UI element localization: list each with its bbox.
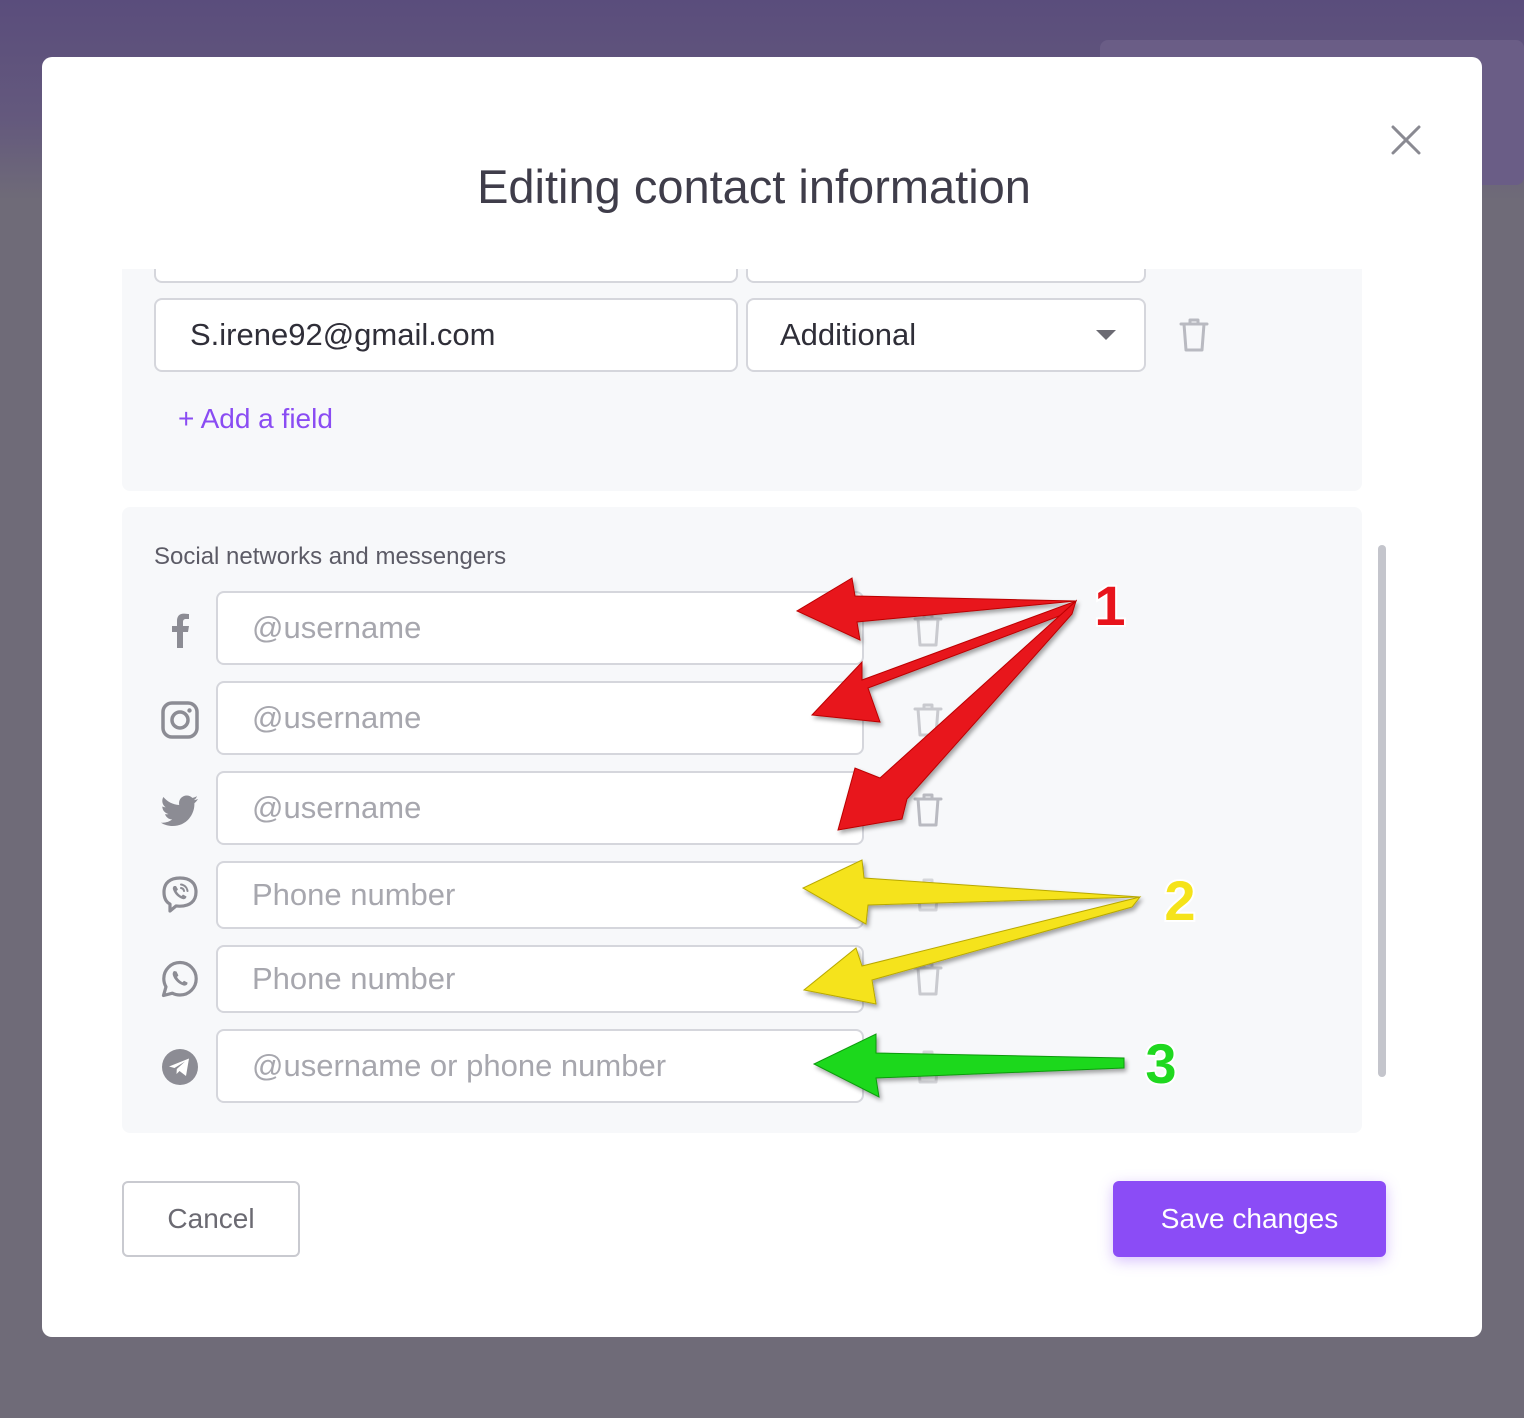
delete-twitter-button[interactable] (908, 790, 948, 830)
trash-icon (913, 793, 943, 827)
cancel-button[interactable]: Cancel (122, 1181, 300, 1257)
instagram-icon (160, 700, 200, 740)
viber-icon (160, 875, 200, 915)
twitter-icon (160, 790, 200, 830)
add-field-link[interactable]: + Add a field (178, 403, 333, 435)
viber-input-text[interactable] (252, 877, 862, 913)
email-type-select-previous[interactable] (746, 269, 1146, 283)
facebook-input[interactable] (216, 591, 864, 665)
email-input-previous[interactable] (154, 269, 738, 283)
delete-telegram-button[interactable] (908, 1047, 948, 1087)
trash-icon (913, 962, 943, 996)
telegram-input-text[interactable] (252, 1048, 862, 1084)
whatsapp-icon (160, 959, 200, 999)
social-section-label: Social networks and messengers (154, 543, 507, 570)
trash-icon (1179, 318, 1209, 352)
whatsapp-input[interactable] (216, 945, 864, 1013)
trash-icon (913, 703, 943, 737)
chevron-down-icon (1096, 330, 1116, 340)
delete-instagram-button[interactable] (908, 700, 948, 740)
facebook-input-text[interactable] (252, 610, 862, 646)
trash-icon (913, 613, 943, 647)
twitter-input[interactable] (216, 771, 864, 845)
trash-icon (913, 1050, 943, 1084)
telegram-icon (160, 1047, 200, 1087)
email-type-select[interactable]: Additional (746, 298, 1146, 372)
dialog-title: Editing contact information (477, 160, 1031, 213)
close-button[interactable] (1383, 117, 1429, 163)
delete-whatsapp-button[interactable] (908, 959, 948, 999)
edit-contact-dialog: Editing contact information Additional +… (42, 57, 1482, 1337)
instagram-input[interactable] (216, 681, 864, 755)
email-input-text[interactable] (190, 317, 736, 353)
instagram-input-text[interactable] (252, 700, 862, 736)
email-input[interactable] (154, 298, 738, 372)
viber-input[interactable] (216, 861, 864, 929)
trash-icon (913, 878, 943, 912)
social-panel-scrollbar[interactable] (1378, 545, 1386, 1077)
email-type-value: Additional (780, 317, 917, 352)
delete-viber-button[interactable] (908, 875, 948, 915)
save-changes-button[interactable]: Save changes (1113, 1181, 1386, 1257)
facebook-icon (160, 610, 200, 650)
delete-facebook-button[interactable] (908, 610, 948, 650)
whatsapp-input-text[interactable] (252, 961, 862, 997)
close-icon (1391, 125, 1421, 155)
twitter-input-text[interactable] (252, 790, 862, 826)
delete-email-button[interactable] (1174, 315, 1214, 355)
telegram-input[interactable] (216, 1029, 864, 1103)
